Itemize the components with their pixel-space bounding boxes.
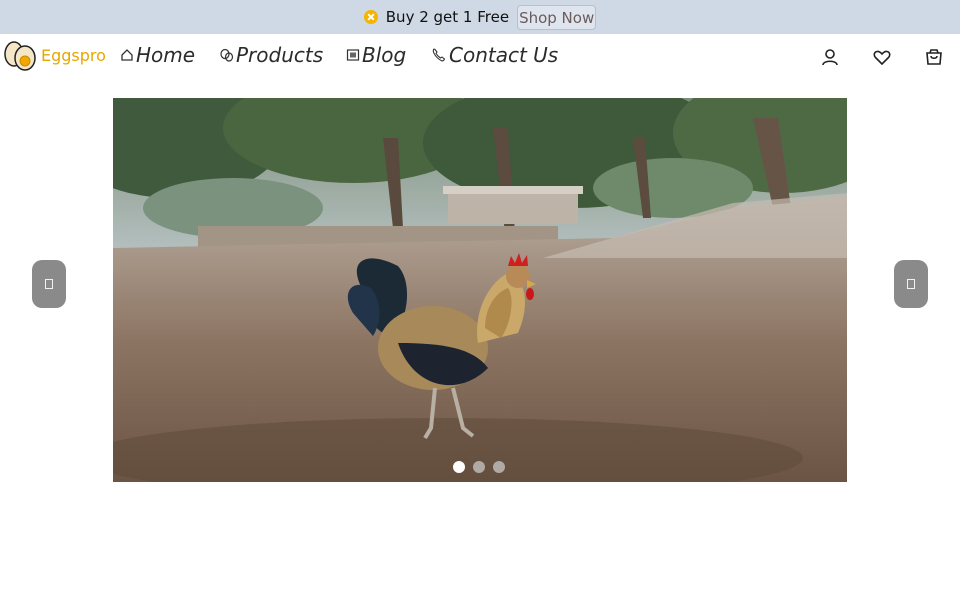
heart-icon: [873, 50, 891, 66]
phone-icon: [432, 48, 446, 62]
carousel-next-button[interactable]: [894, 260, 928, 308]
chevron-left-icon: [45, 279, 53, 289]
nav-home-label: Home: [136, 43, 196, 67]
close-circle-icon: [363, 10, 378, 24]
eggs-logo-icon: [4, 41, 36, 71]
nav-blog[interactable]: Blog: [346, 43, 406, 67]
carousel-indicators: [453, 461, 505, 473]
egg-icon: [220, 48, 234, 62]
hero-carousel: [113, 98, 847, 482]
wishlist-button[interactable]: [871, 46, 893, 68]
main-nav: Eggspro Home Products Blog Contact Us: [0, 34, 960, 80]
promo-bar: Buy 2 get 1 Free Shop Now: [0, 0, 960, 34]
rooster-photo: [113, 98, 847, 482]
nav-blog-label: Blog: [362, 43, 407, 67]
carousel-dot-3[interactable]: [493, 461, 505, 473]
nav-contact[interactable]: Contact Us: [431, 43, 558, 67]
blog-icon: [346, 49, 360, 61]
user-icon: [822, 49, 838, 66]
chevron-right-icon: [907, 279, 915, 289]
brand-logo[interactable]: Eggspro: [3, 39, 106, 71]
account-button[interactable]: [819, 46, 841, 68]
shopping-bag-icon: [926, 49, 942, 65]
carousel-prev-button[interactable]: [32, 260, 66, 308]
nav-products-label: Products: [236, 43, 324, 67]
carousel-dot-1[interactable]: [453, 461, 465, 473]
nav-products[interactable]: Products: [219, 43, 323, 67]
shop-now-button[interactable]: Shop Now: [517, 4, 597, 30]
nav-contact-label: Contact Us: [449, 43, 559, 67]
carousel-dot-2[interactable]: [473, 461, 485, 473]
nav-home[interactable]: Home: [120, 43, 195, 67]
home-icon: [121, 49, 133, 61]
promo-text: Buy 2 get 1 Free: [385, 8, 510, 26]
cart-button[interactable]: [923, 46, 945, 68]
brand-name: Eggspro: [41, 45, 106, 65]
